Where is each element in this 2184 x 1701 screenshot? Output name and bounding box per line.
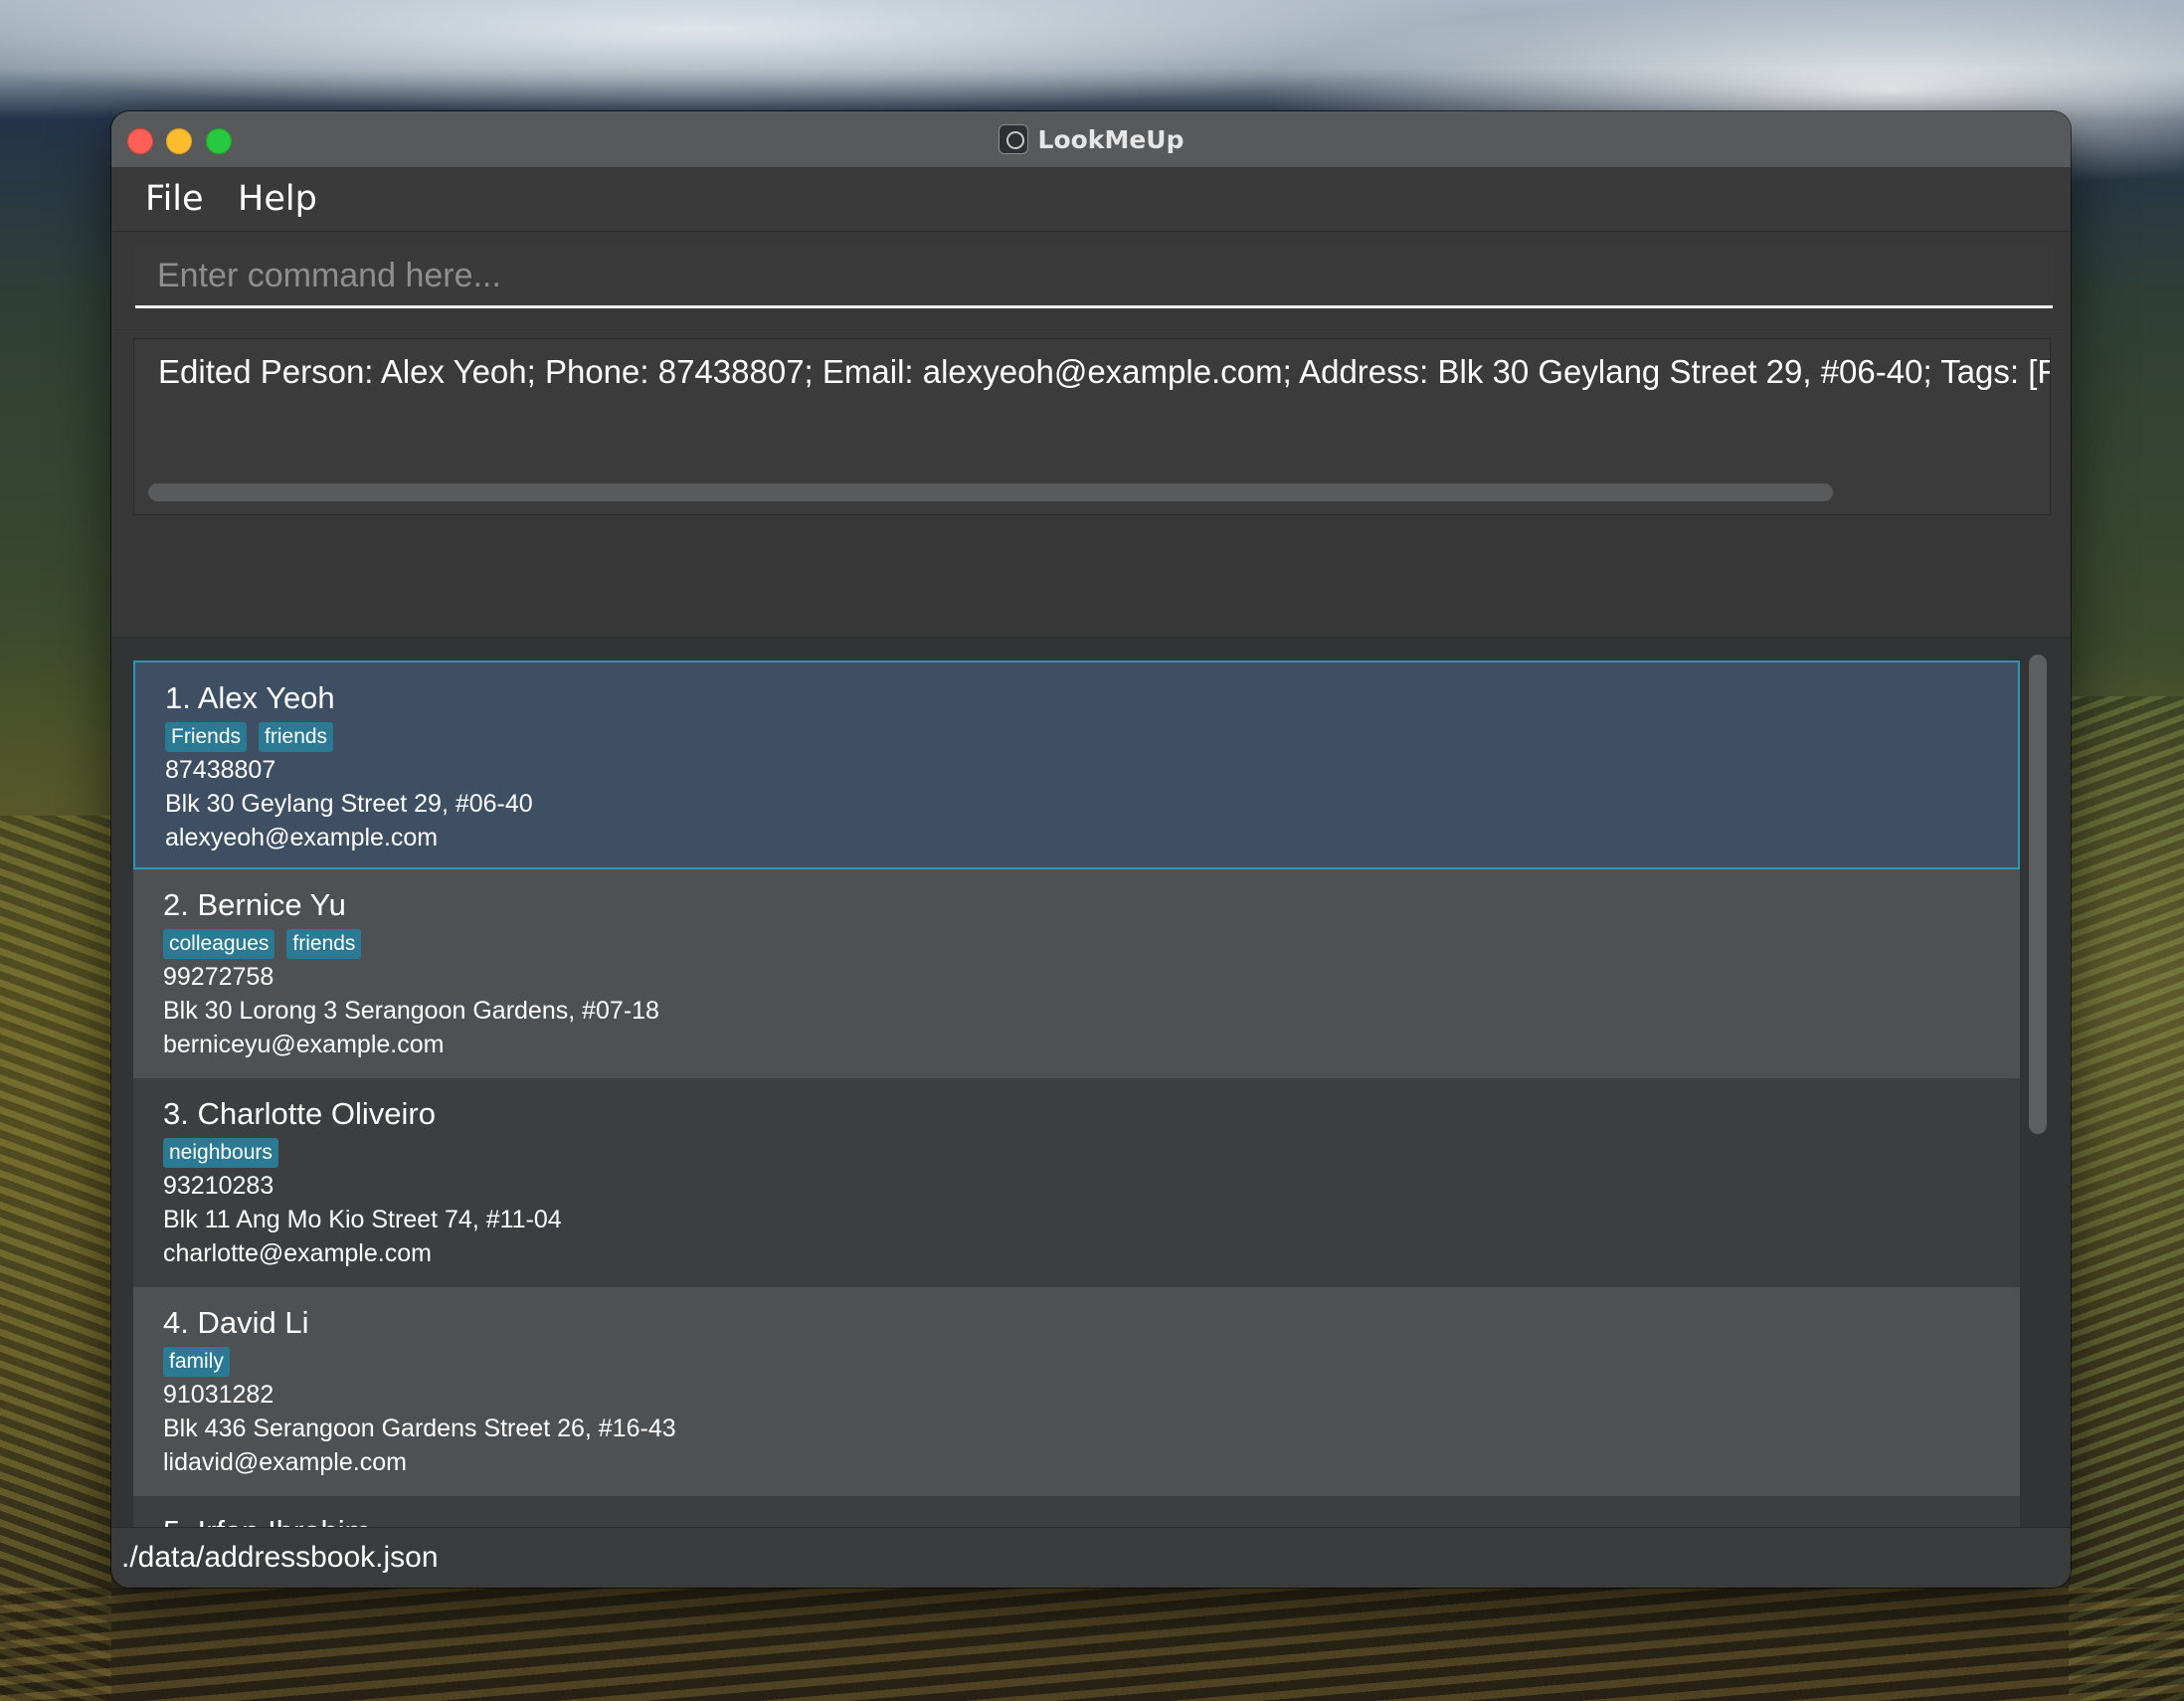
command-input[interactable]: [135, 247, 2053, 308]
person-tag: neighbours: [163, 1138, 278, 1168]
app-logo-icon: [998, 124, 1028, 154]
person-phone: 99272758: [163, 963, 274, 991]
person-tag: friends: [259, 722, 334, 752]
result-display[interactable]: Edited Person: Alex Yeoh; Phone: 8743880…: [133, 338, 2051, 515]
person-card[interactable]: 3. Charlotte Oliveiro neighbours 9321028…: [133, 1078, 2020, 1287]
desktop-background-right: [2069, 696, 2184, 1701]
person-card[interactable]: 1. Alex Yeoh Friends friends 87438807 Bl…: [133, 661, 2020, 869]
person-name: 1. Alex Yeoh: [165, 680, 335, 715]
title-bar[interactable]: LookMeUp: [111, 111, 2071, 168]
result-message: Edited Person: Alex Yeoh; Phone: 8743880…: [158, 353, 2051, 390]
window-title: LookMeUp: [1037, 124, 1184, 154]
person-email: lidavid@example.com: [163, 1448, 407, 1476]
person-card[interactable]: 2. Bernice Yu colleagues friends 9927275…: [133, 869, 2020, 1078]
person-name: 2. Bernice Yu: [163, 887, 346, 922]
window-title-group: LookMeUp: [111, 111, 2071, 167]
person-tags: colleagues friends: [163, 929, 362, 959]
person-address: Blk 436 Serangoon Gardens Street 26, #16…: [163, 1415, 676, 1442]
status-bar: ./data/addressbook.json: [111, 1527, 2071, 1588]
menu-file[interactable]: File: [145, 167, 204, 231]
save-file-path: ./data/addressbook.json: [121, 1541, 439, 1574]
person-email: alexyeoh@example.com: [165, 824, 439, 851]
person-address: Blk 30 Lorong 3 Serangoon Gardens, #07-1…: [163, 997, 659, 1025]
person-phone: 93210283: [163, 1172, 274, 1200]
person-address: Blk 11 Ang Mo Kio Street 74, #11-04: [163, 1206, 562, 1233]
person-list[interactable]: 1. Alex Yeoh Friends friends 87438807 Bl…: [111, 639, 2071, 1540]
person-phone: 87438807: [165, 756, 276, 784]
result-display-pane: Edited Person: Alex Yeoh; Phone: 8743880…: [111, 328, 2071, 639]
person-tag: friends: [286, 929, 362, 959]
result-horizontal-scrollbar[interactable]: [148, 483, 1833, 501]
person-tag: Friends: [165, 722, 248, 752]
person-name: 4. David Li: [163, 1305, 309, 1340]
command-box-area: [111, 232, 2071, 327]
person-list-vertical-scrollbar[interactable]: [2029, 655, 2047, 1134]
person-phone: 91031282: [163, 1381, 274, 1409]
person-tags: Friends friends: [165, 722, 334, 752]
menu-bar: File Help: [111, 167, 2071, 232]
desktop-background-left: [0, 816, 111, 1701]
person-tags: neighbours: [163, 1138, 278, 1168]
person-tag: family: [163, 1347, 230, 1377]
person-name: 3. Charlotte Oliveiro: [163, 1096, 436, 1131]
person-email: berniceyu@example.com: [163, 1031, 445, 1058]
person-card[interactable]: 4. David Li family 91031282 Blk 436 Sera…: [133, 1287, 2020, 1496]
person-email: charlotte@example.com: [163, 1239, 432, 1267]
person-tags: family: [163, 1347, 230, 1377]
person-address: Blk 30 Geylang Street 29, #06-40: [165, 790, 533, 818]
app-window: LookMeUp File Help Edited Person: Alex Y…: [111, 111, 2071, 1588]
desktop-background-bottom: [0, 1588, 2184, 1701]
menu-help[interactable]: Help: [238, 167, 317, 231]
person-tag: colleagues: [163, 929, 275, 959]
